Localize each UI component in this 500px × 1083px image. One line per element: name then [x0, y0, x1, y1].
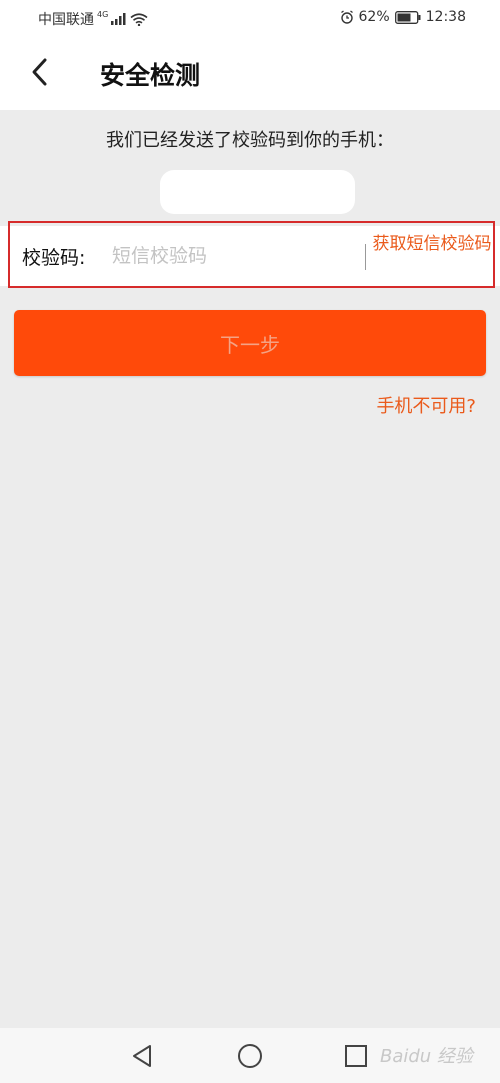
system-nav-bar: Baidu 经验	[0, 1028, 500, 1083]
alarm-icon	[340, 10, 353, 24]
network-type: 4G	[97, 9, 109, 19]
get-sms-code-button[interactable]: 获取短信校验码	[369, 234, 495, 254]
verification-code-row: 校验码: 获取短信校验码	[0, 226, 500, 286]
triangle-back-icon	[133, 1045, 151, 1067]
sent-code-message: 我们已经发送了校验码到你的手机：	[106, 130, 394, 151]
wifi-icon	[130, 12, 148, 26]
app-header: 安全检测	[0, 36, 500, 110]
clock: 12:38	[425, 9, 466, 25]
square-recents-icon	[345, 1045, 367, 1067]
chevron-left-icon	[32, 58, 47, 86]
field-divider	[365, 244, 366, 270]
back-button[interactable]	[22, 54, 58, 90]
nav-recents-button[interactable]	[341, 1041, 371, 1071]
masked-phone-number	[160, 170, 355, 214]
watermark: Baidu 经验	[380, 1046, 473, 1067]
code-label: 校验码:	[22, 247, 86, 269]
page-title: 安全检测	[100, 61, 201, 90]
signal-icon	[111, 13, 126, 25]
battery-percent: 62%	[358, 9, 390, 25]
nav-back-button[interactable]	[128, 1041, 158, 1071]
nav-home-button[interactable]	[235, 1041, 265, 1071]
status-left: 中国联通 4G	[38, 9, 148, 29]
next-step-button[interactable]: 下一步	[14, 310, 486, 376]
status-right: 62% 12:38	[340, 9, 466, 25]
carrier-label: 中国联通	[38, 12, 94, 28]
battery-icon	[394, 10, 421, 24]
verification-code-input[interactable]	[112, 237, 352, 275]
circle-home-icon	[238, 1044, 262, 1068]
phone-unavailable-link[interactable]: 手机不可用?	[376, 392, 476, 418]
status-bar: 中国联通 4G 62% 12:38	[0, 0, 500, 36]
